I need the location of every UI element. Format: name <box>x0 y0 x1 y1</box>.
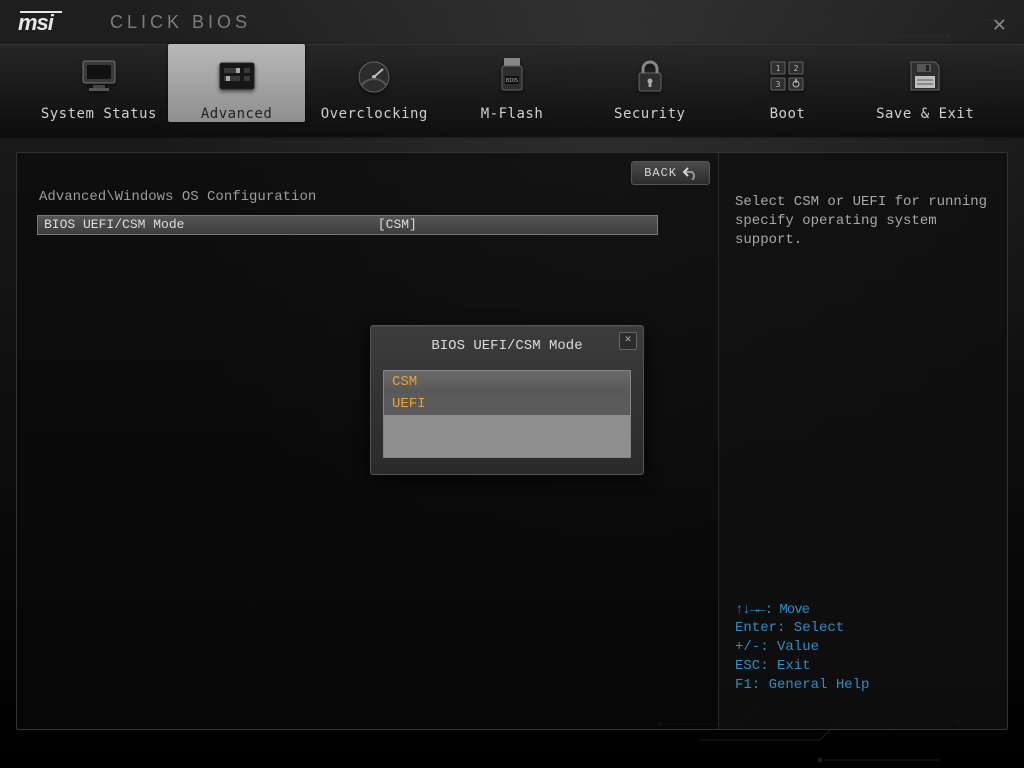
usb-bios-icon: BIOS <box>443 52 581 100</box>
setting-row-bios-mode[interactable]: BIOS UEFI/CSM Mode [CSM] <box>37 215 658 235</box>
tab-security[interactable]: Security <box>581 44 719 122</box>
modal-title: BIOS UEFI/CSM Mode <box>431 338 582 354</box>
modal-option-uefi[interactable]: UEFI <box>384 393 630 415</box>
hint-move: ↑↓→←: Move <box>735 601 991 620</box>
tab-label: Security <box>581 106 719 122</box>
svg-text:msi: msi <box>18 10 55 35</box>
setting-value: [CSM] <box>378 216 651 234</box>
tab-system-status[interactable]: System Status <box>30 44 168 122</box>
help-pane: Select CSM or UEFI for running specify o… <box>718 153 1007 729</box>
hint-help: F1: General Help <box>735 676 991 695</box>
tab-label: System Status <box>30 106 168 122</box>
tab-label: Save & Exit <box>856 106 994 122</box>
tab-label: Advanced <box>168 106 306 122</box>
bios-title: CLICK BIOS <box>110 12 251 33</box>
tab-save-exit[interactable]: Save & Exit <box>856 44 994 122</box>
hint-exit: ESC: Exit <box>735 657 991 676</box>
tab-overclocking[interactable]: Overclocking <box>305 44 443 122</box>
tab-advanced[interactable]: Advanced <box>168 44 306 122</box>
monitor-icon <box>30 52 168 100</box>
hint-value: +/-: Value <box>735 638 991 657</box>
undo-icon <box>683 166 699 180</box>
close-icon[interactable]: ✕ <box>993 12 1006 38</box>
lock-icon <box>581 52 719 100</box>
modal-option-csm[interactable]: CSM <box>384 371 630 393</box>
tab-label: Boot <box>719 106 857 122</box>
breadcrumb: Advanced\Windows OS Configuration <box>39 189 698 205</box>
tab-label: Overclocking <box>305 106 443 122</box>
tab-m-flash[interactable]: BIOS M-Flash <box>443 44 581 122</box>
svg-text:2: 2 <box>794 64 799 73</box>
help-text: Select CSM or UEFI for running specify o… <box>735 193 991 250</box>
close-icon[interactable]: ✕ <box>619 332 637 350</box>
hint-select: Enter: Select <box>735 619 991 638</box>
tab-boot[interactable]: 1 2 3 Boot <box>719 44 857 122</box>
svg-text:BIOS: BIOS <box>506 78 518 84</box>
back-button-label: BACK <box>644 166 677 180</box>
header-bar: msi CLICK BIOS ✕ <box>0 0 1024 44</box>
svg-text:3: 3 <box>776 80 781 89</box>
modal-title-bar: BIOS UEFI/CSM Mode ✕ <box>371 326 643 370</box>
back-button[interactable]: BACK <box>631 161 710 185</box>
svg-text:1: 1 <box>776 64 781 73</box>
msi-logo: msi <box>18 10 94 41</box>
modal-option-list: CSM UEFI <box>383 370 631 458</box>
option-modal: BIOS UEFI/CSM Mode ✕ CSM UEFI <box>370 325 644 475</box>
tab-label: M-Flash <box>443 106 581 122</box>
setting-label: BIOS UEFI/CSM Mode <box>44 216 378 234</box>
main-tab-bar: System Status Advanced Overclocking <box>0 44 1024 136</box>
gauge-icon <box>305 52 443 100</box>
boot-order-icon: 1 2 3 <box>719 52 857 100</box>
floppy-save-icon <box>856 52 994 100</box>
sliders-icon <box>168 52 306 100</box>
key-hints: ↑↓→←: Move Enter: Select +/-: Value ESC:… <box>735 601 991 695</box>
